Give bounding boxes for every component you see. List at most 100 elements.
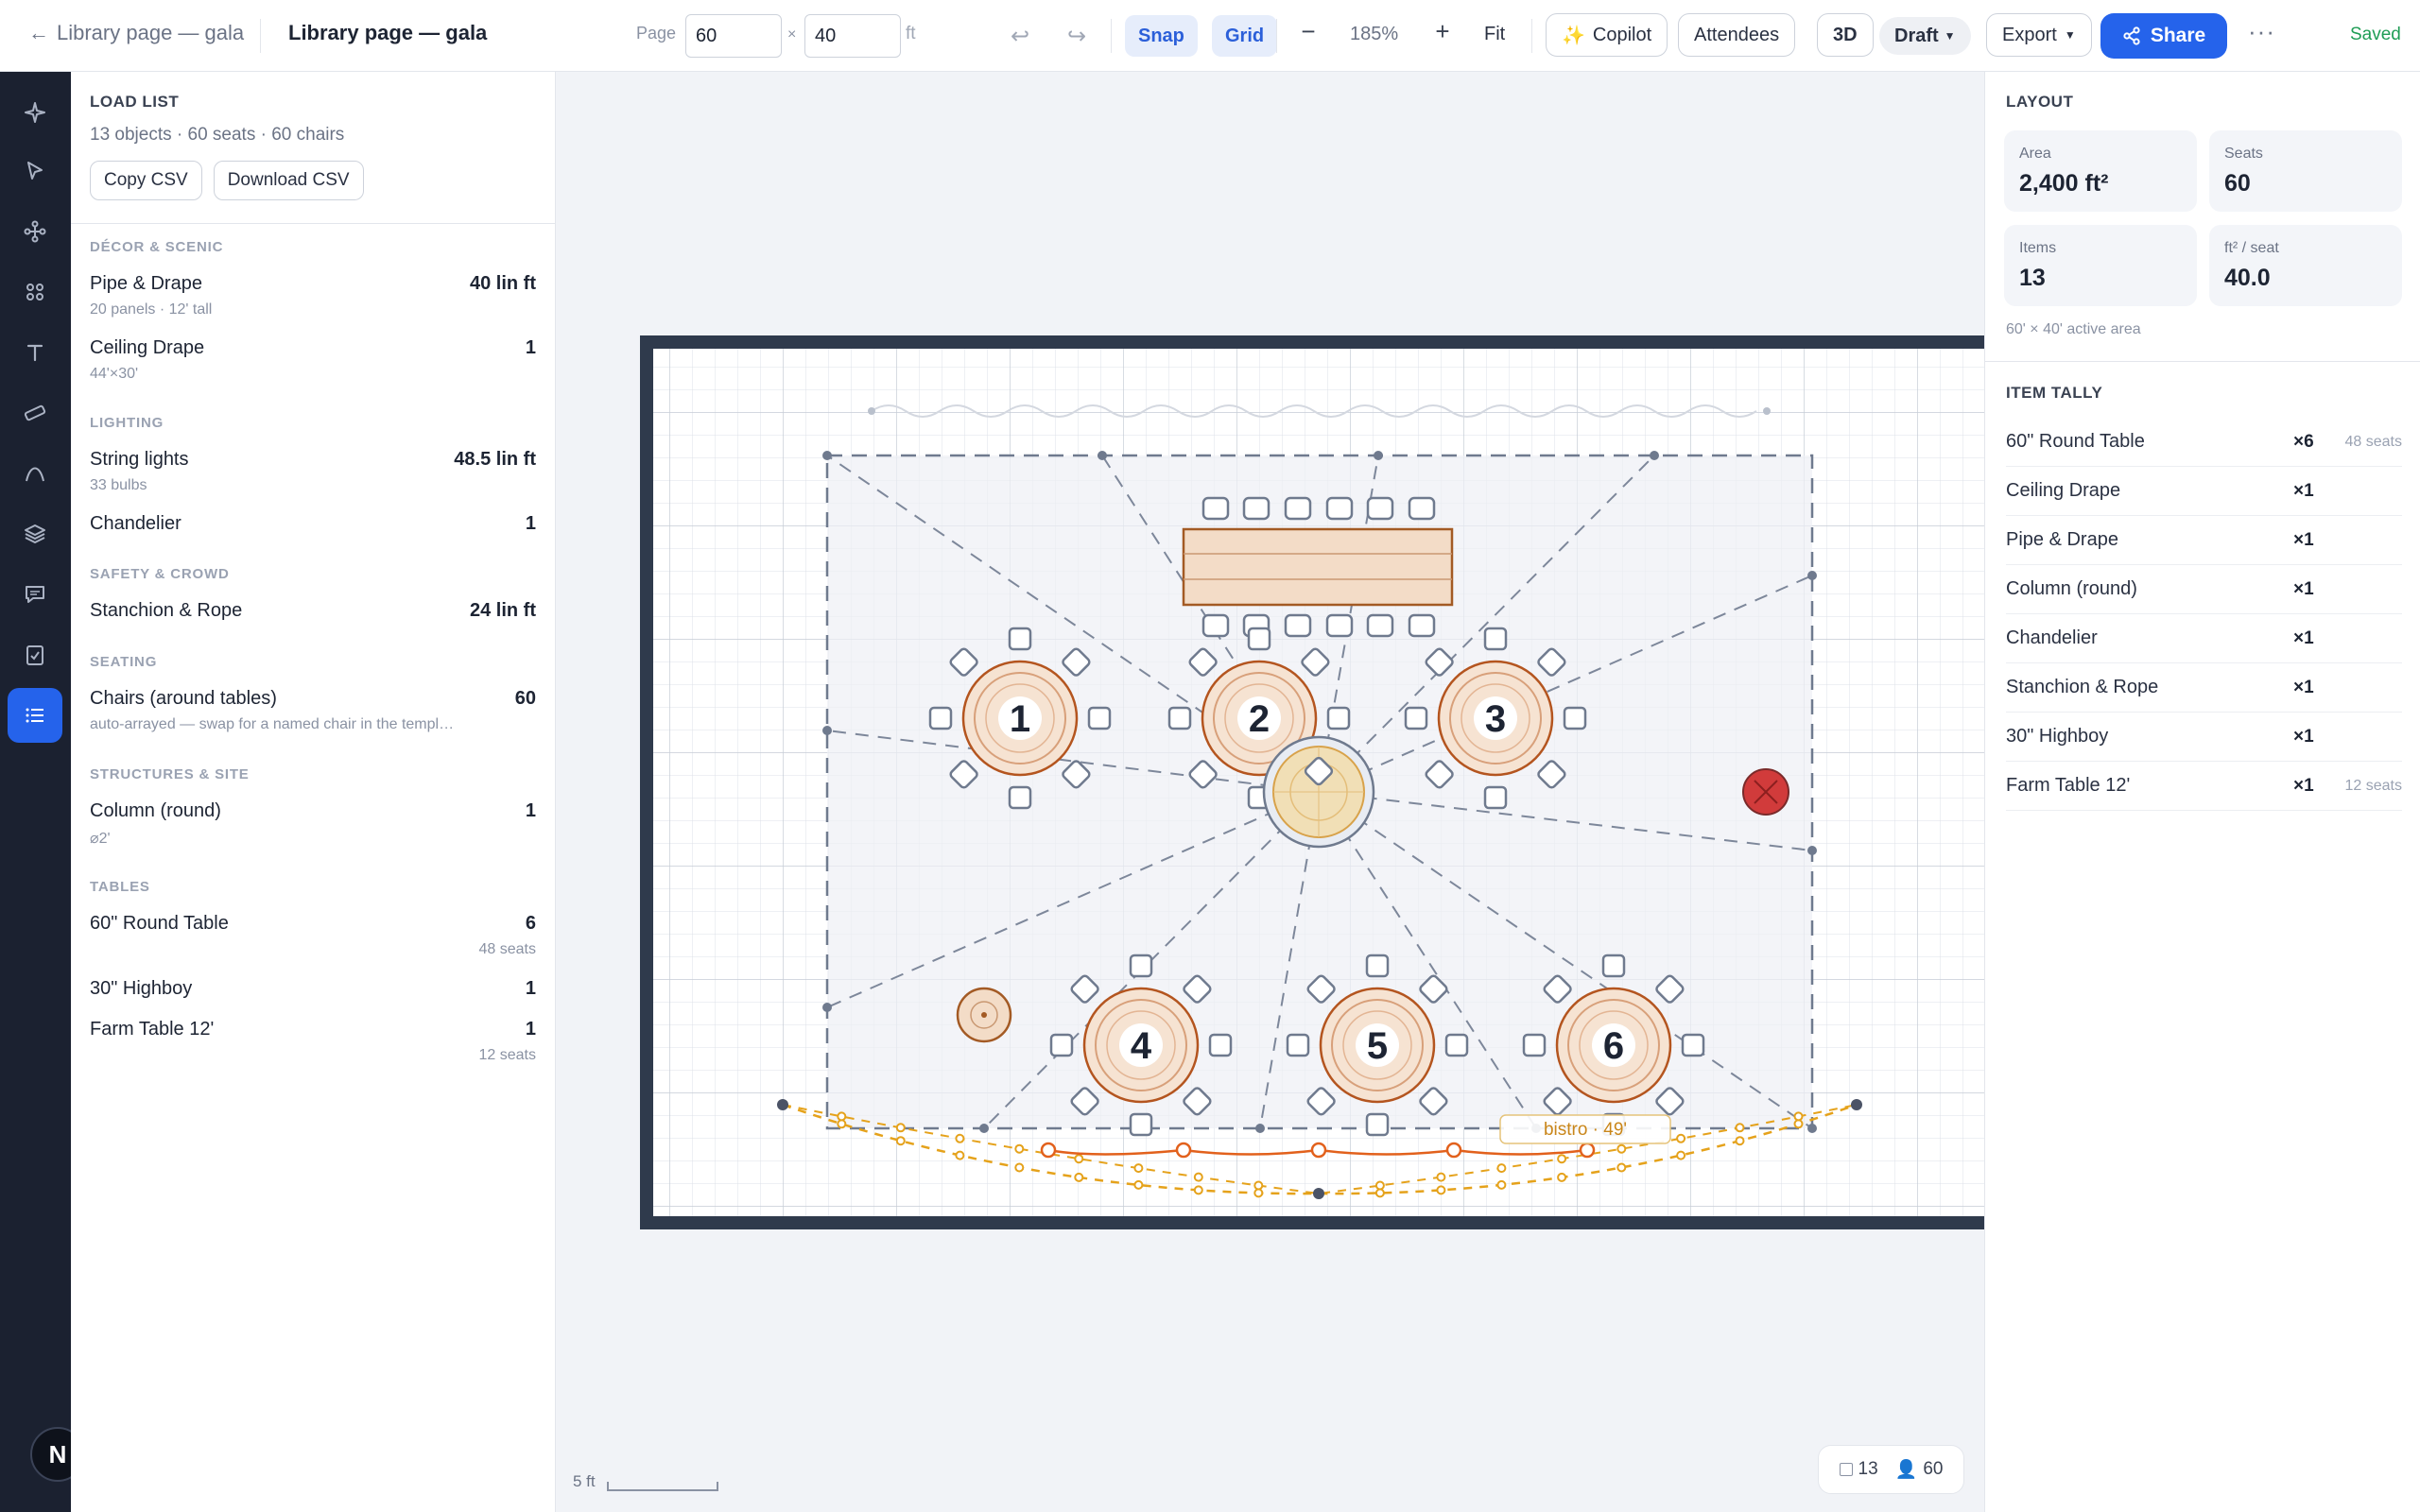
chair[interactable] xyxy=(1284,613,1312,638)
drape-anchor[interactable] xyxy=(1650,451,1659,460)
list-item-name[interactable]: Chairs (around tables) xyxy=(90,688,277,710)
chair[interactable] xyxy=(1366,613,1394,638)
measure-ruler-icon[interactable] xyxy=(8,386,62,440)
list-item-name[interactable]: Chandelier xyxy=(90,513,182,535)
light-anchor[interactable] xyxy=(1313,1188,1324,1199)
floor-plan[interactable]: 1 2 34 5 6 bistro · 49' xyxy=(556,72,1984,1512)
chair[interactable] xyxy=(1681,1033,1705,1057)
chair[interactable] xyxy=(1201,496,1230,521)
drape-anchor[interactable] xyxy=(822,451,832,460)
chair[interactable] xyxy=(1087,706,1112,730)
page-width-input[interactable] xyxy=(685,14,782,58)
chair[interactable] xyxy=(1201,613,1230,638)
tally-row[interactable]: Chandelier ×1 xyxy=(2006,614,2402,663)
select-pointer-icon[interactable] xyxy=(8,144,62,198)
tally-row[interactable]: Stanchion & Rope ×1 xyxy=(2006,663,2402,713)
drape-anchor[interactable] xyxy=(1098,451,1107,460)
drape-anchor[interactable] xyxy=(822,726,832,735)
tally-row[interactable]: Column (round) ×1 xyxy=(2006,565,2402,614)
objects-grid-icon[interactable] xyxy=(8,265,62,319)
curve-tool-icon[interactable] xyxy=(8,446,62,501)
chair[interactable] xyxy=(1049,1033,1074,1057)
list-item-name[interactable]: Pipe & Drape xyxy=(90,273,202,295)
chair[interactable] xyxy=(1208,1033,1233,1057)
chair[interactable] xyxy=(1601,954,1626,978)
list-item-name[interactable]: 30" Highboy xyxy=(90,978,192,1000)
chair[interactable] xyxy=(1247,627,1271,651)
highboy-table[interactable] xyxy=(956,987,1012,1043)
export-dropdown[interactable]: Export ▼ xyxy=(1986,13,2092,57)
drape-anchor[interactable] xyxy=(979,1124,989,1133)
snap-toggle[interactable]: Snap xyxy=(1125,15,1198,57)
layers-icon[interactable] xyxy=(8,507,62,561)
drape-anchor[interactable] xyxy=(1807,571,1817,580)
comments-icon[interactable] xyxy=(8,567,62,622)
tally-row[interactable]: Ceiling Drape ×1 xyxy=(2006,467,2402,516)
share-button[interactable]: Share xyxy=(2100,13,2227,59)
zoom-out-button[interactable]: − xyxy=(1291,17,1325,46)
attendees-button[interactable]: Attendees xyxy=(1678,13,1796,57)
chair[interactable] xyxy=(1444,1033,1469,1057)
chair[interactable] xyxy=(1365,954,1390,978)
drape-anchor[interactable] xyxy=(1807,846,1817,855)
stanchion-post[interactable] xyxy=(1310,1142,1327,1159)
drape-endpoint[interactable] xyxy=(868,407,875,415)
chair[interactable] xyxy=(1522,1033,1547,1057)
stanchion-post[interactable] xyxy=(1040,1142,1057,1159)
chair[interactable] xyxy=(1563,706,1587,730)
copilot-button[interactable]: ✨ Copilot xyxy=(1546,13,1668,57)
page-height-input[interactable] xyxy=(804,14,901,58)
chair[interactable] xyxy=(1242,496,1270,521)
tally-row[interactable]: 30" Highboy ×1 xyxy=(2006,713,2402,762)
stanchion-post[interactable] xyxy=(1579,1142,1596,1159)
drape-anchor[interactable] xyxy=(1807,1124,1817,1133)
list-item-name[interactable]: Ceiling Drape xyxy=(90,337,204,359)
chair[interactable] xyxy=(1325,613,1354,638)
connect-nodes-icon[interactable] xyxy=(8,204,62,259)
status-dropdown[interactable]: Draft ▼ xyxy=(1879,17,1971,55)
tally-row[interactable]: 60" Round Table ×6 48 seats xyxy=(2006,418,2402,467)
drape-anchor[interactable] xyxy=(822,1003,832,1012)
drape-anchor[interactable] xyxy=(1374,451,1383,460)
chair[interactable] xyxy=(1129,1112,1153,1137)
tally-row[interactable]: Farm Table 12' ×1 12 seats xyxy=(2006,762,2402,811)
chair[interactable] xyxy=(1129,954,1153,978)
farm-table[interactable] xyxy=(1182,527,1454,607)
chair[interactable] xyxy=(1408,496,1436,521)
copy-csv-button[interactable]: Copy CSV xyxy=(90,161,202,200)
chair[interactable] xyxy=(1286,1033,1310,1057)
list-item-name[interactable]: 60" Round Table xyxy=(90,913,229,935)
redo-icon[interactable]: ↪ xyxy=(1060,19,1094,53)
list-item-name[interactable]: Column (round) xyxy=(90,800,221,822)
text-tool-icon[interactable] xyxy=(8,325,62,380)
light-anchor[interactable] xyxy=(777,1099,788,1110)
more-options-icon[interactable]: ··· xyxy=(2248,17,2275,46)
3d-view-button[interactable]: 3D xyxy=(1817,13,1874,57)
stanchion-post[interactable] xyxy=(1445,1142,1462,1159)
checklist-icon[interactable] xyxy=(8,627,62,682)
ai-sparkle-icon[interactable] xyxy=(8,85,62,140)
chair[interactable] xyxy=(928,706,953,730)
grid-toggle[interactable]: Grid xyxy=(1212,15,1278,57)
floor-plan-canvas[interactable]: 123456 bistro · 49' 5 ft 13 👤 60 xyxy=(556,72,1984,1512)
drape-anchor[interactable] xyxy=(1255,1124,1265,1133)
load-list-icon[interactable] xyxy=(8,688,62,743)
chair[interactable] xyxy=(1008,785,1032,810)
chair[interactable] xyxy=(1326,706,1351,730)
chair[interactable] xyxy=(1167,706,1192,730)
list-item-name[interactable]: String lights xyxy=(90,449,189,471)
back-link[interactable]: ← Library page — gala xyxy=(28,21,244,45)
document-title[interactable]: Library page — gala xyxy=(288,21,487,45)
chair[interactable] xyxy=(1008,627,1032,651)
undo-icon[interactable]: ↩ xyxy=(1003,19,1037,53)
chair[interactable] xyxy=(1325,496,1354,521)
stanchion-post[interactable] xyxy=(1175,1142,1192,1159)
light-anchor[interactable] xyxy=(1851,1099,1862,1110)
chair[interactable] xyxy=(1284,496,1312,521)
fit-button[interactable]: Fit xyxy=(1484,24,1505,45)
chair[interactable] xyxy=(1408,613,1436,638)
download-csv-button[interactable]: Download CSV xyxy=(213,161,364,200)
chair[interactable] xyxy=(1365,1112,1390,1137)
tally-row[interactable]: Pipe & Drape ×1 xyxy=(2006,516,2402,565)
chair[interactable] xyxy=(1404,706,1428,730)
